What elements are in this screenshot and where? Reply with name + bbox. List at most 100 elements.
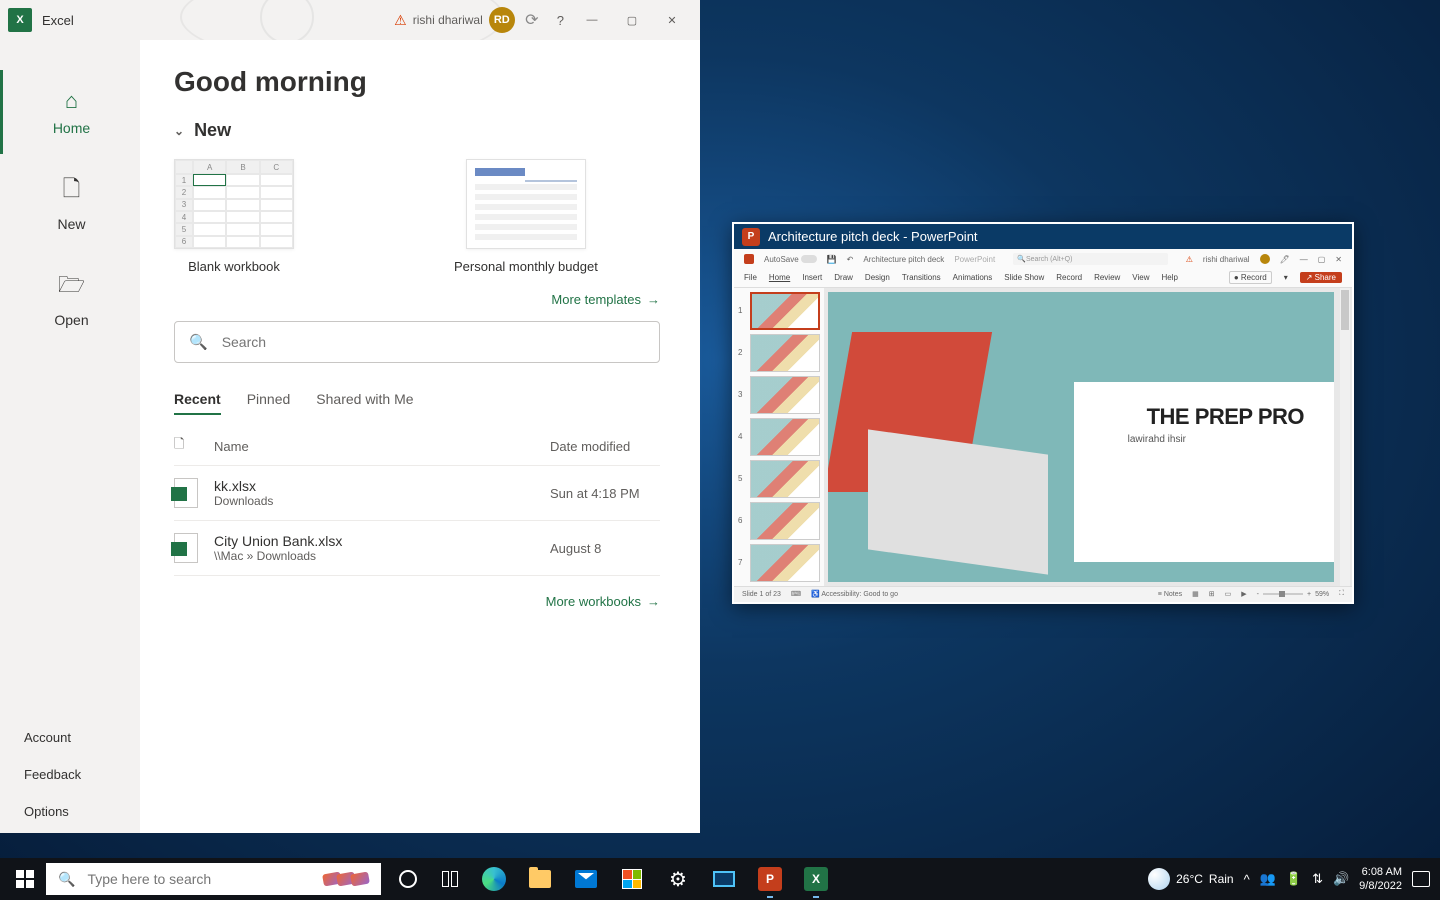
- task-view-icon: [442, 871, 458, 887]
- pp-overflow-icon[interactable]: ▾: [1284, 273, 1288, 282]
- slide-thumb-5[interactable]: 5: [738, 460, 820, 498]
- window-maximize-button[interactable]: [612, 5, 652, 35]
- slide-thumb-1[interactable]: 1: [738, 292, 820, 330]
- undo-icon[interactable]: ↶: [847, 255, 854, 264]
- template-budget[interactable]: Personal monthly budget: [454, 159, 598, 274]
- col-date[interactable]: Date modified: [550, 439, 660, 454]
- tab-shared[interactable]: Shared with Me: [316, 385, 413, 415]
- more-templates-link[interactable]: More templates→: [174, 292, 660, 307]
- slide-thumb-3[interactable]: 3: [738, 376, 820, 414]
- ribbon-home[interactable]: Home: [769, 273, 790, 282]
- taskbar-search[interactable]: 🔍: [46, 863, 381, 895]
- view-slideshow-icon[interactable]: ▶: [1241, 590, 1246, 598]
- pp-close-icon[interactable]: ✕: [1335, 255, 1342, 264]
- file-row[interactable]: kk.xlsx Downloads Sun at 4:18 PM: [174, 466, 660, 521]
- col-name[interactable]: Name: [214, 439, 550, 454]
- pp-min-icon[interactable]: —: [1300, 255, 1308, 264]
- help-icon[interactable]: ?: [549, 13, 572, 28]
- powerpoint-preview-window[interactable]: P Architecture pitch deck - PowerPoint A…: [732, 222, 1354, 604]
- explorer-button[interactable]: [517, 858, 563, 900]
- view-reading-icon[interactable]: ▭: [1225, 590, 1232, 598]
- excel-taskbar-button[interactable]: X: [793, 858, 839, 900]
- start-button[interactable]: [4, 858, 46, 900]
- window-minimize-button[interactable]: [572, 5, 612, 35]
- pp-max-icon[interactable]: ▢: [1318, 255, 1326, 264]
- record-button[interactable]: ● Record: [1229, 271, 1272, 284]
- status-accessibility[interactable]: ♿ Accessibility: Good to go: [811, 590, 898, 598]
- ribbon-animations[interactable]: Animations: [953, 273, 993, 282]
- nav-new[interactable]: 🗋 New: [0, 154, 140, 250]
- nav-home[interactable]: ⌂ Home: [0, 70, 140, 154]
- section-new-header[interactable]: ⌄ New: [174, 120, 660, 141]
- powerpoint-taskbar-button[interactable]: P: [747, 858, 793, 900]
- greeting: Good morning: [174, 66, 660, 98]
- task-view-button[interactable]: [429, 858, 471, 900]
- fit-icon[interactable]: ⛶: [1339, 590, 1344, 598]
- powerpoint-app-icon: P: [742, 228, 760, 246]
- pp-warning-icon: ⚠: [1186, 255, 1193, 264]
- cortana-button[interactable]: [387, 858, 429, 900]
- pp-pen-icon[interactable]: 🖊: [1280, 255, 1290, 264]
- pp-slide-area[interactable]: THE PREP PRO lawirahd ihsir: [824, 288, 1352, 586]
- sync-icon[interactable]: ⟳: [515, 10, 549, 30]
- nav-open[interactable]: 🗁 Open: [0, 250, 140, 346]
- tray-chevron-icon[interactable]: ^: [1244, 872, 1250, 887]
- view-sorter-icon[interactable]: ⊞: [1209, 590, 1215, 598]
- save-icon[interactable]: 💾: [827, 255, 837, 264]
- slide-thumb-6[interactable]: 6: [738, 502, 820, 540]
- ribbon-slideshow[interactable]: Slide Show: [1004, 273, 1044, 282]
- template-blank-thumb: ABC 1 2 3 4 5 6: [174, 159, 294, 249]
- ribbon-transitions[interactable]: Transitions: [902, 273, 941, 282]
- zoom-control[interactable]: - + 59%: [1257, 591, 1329, 598]
- ribbon-design[interactable]: Design: [865, 273, 890, 282]
- screen-icon: [713, 871, 735, 887]
- store-icon: [622, 869, 642, 889]
- screen-button[interactable]: [701, 858, 747, 900]
- file-row[interactable]: City Union Bank.xlsx \\Mac » Downloads A…: [174, 521, 660, 576]
- notifications-button[interactable]: [1412, 871, 1430, 887]
- template-blank-workbook[interactable]: ABC 1 2 3 4 5 6 Blank workbook: [174, 159, 294, 274]
- tray-meet-icon[interactable]: 👥: [1260, 871, 1276, 887]
- file-name: kk.xlsx: [214, 478, 550, 494]
- mail-button[interactable]: [563, 858, 609, 900]
- ribbon-file[interactable]: File: [744, 273, 757, 282]
- ribbon-review[interactable]: Review: [1094, 273, 1120, 282]
- tray-volume-icon[interactable]: 🔊: [1333, 871, 1349, 887]
- store-button[interactable]: [609, 858, 655, 900]
- edge-button[interactable]: [471, 858, 517, 900]
- tab-recent[interactable]: Recent: [174, 385, 221, 415]
- settings-button[interactable]: ⚙: [655, 858, 701, 900]
- excel-user[interactable]: ⚠ rishi dhariwal RD: [394, 7, 515, 33]
- tab-pinned[interactable]: Pinned: [247, 385, 291, 415]
- search-input[interactable]: [222, 334, 645, 350]
- taskbar-search-input[interactable]: [87, 871, 315, 887]
- view-normal-icon[interactable]: ▦: [1192, 590, 1199, 598]
- ribbon-draw[interactable]: Draw: [834, 273, 853, 282]
- excel-titlebar: X Excel ⚠ rishi dhariwal RD ⟳ ?: [0, 0, 700, 40]
- ribbon-view[interactable]: View: [1132, 273, 1149, 282]
- clock[interactable]: 6:08 AM 9/8/2022: [1359, 865, 1402, 894]
- file-location: Downloads: [214, 494, 550, 508]
- pp-thumbnail-panel[interactable]: 1 2 3 4 5 6 7: [734, 288, 824, 586]
- status-lang-icon[interactable]: ⌨: [791, 590, 801, 598]
- search-box[interactable]: 🔍: [174, 321, 660, 363]
- nav-feedback[interactable]: Feedback: [24, 767, 116, 782]
- pp-search[interactable]: 🔍 Search (Alt+Q): [1013, 253, 1167, 265]
- status-notes[interactable]: ≡ Notes: [1158, 591, 1182, 598]
- tray-battery-icon[interactable]: 🔋: [1286, 871, 1302, 887]
- window-close-button[interactable]: [652, 5, 692, 35]
- pp-scrollbar[interactable]: [1340, 288, 1350, 586]
- autosave-toggle[interactable]: AutoSave: [764, 255, 817, 264]
- slide-thumb-7[interactable]: 7: [738, 544, 820, 582]
- nav-options[interactable]: Options: [24, 804, 116, 819]
- ribbon-insert[interactable]: Insert: [802, 273, 822, 282]
- slide-thumb-4[interactable]: 4: [738, 418, 820, 456]
- ribbon-record[interactable]: Record: [1056, 273, 1082, 282]
- more-workbooks-link[interactable]: More workbooks→: [174, 594, 660, 609]
- share-button[interactable]: ↗ Share: [1300, 272, 1342, 283]
- tray-network-icon[interactable]: ⇅: [1312, 871, 1323, 887]
- ribbon-help[interactable]: Help: [1162, 273, 1178, 282]
- nav-account[interactable]: Account: [24, 730, 116, 745]
- slide-thumb-2[interactable]: 2: [738, 334, 820, 372]
- weather-widget[interactable]: 26°C Rain: [1148, 868, 1234, 890]
